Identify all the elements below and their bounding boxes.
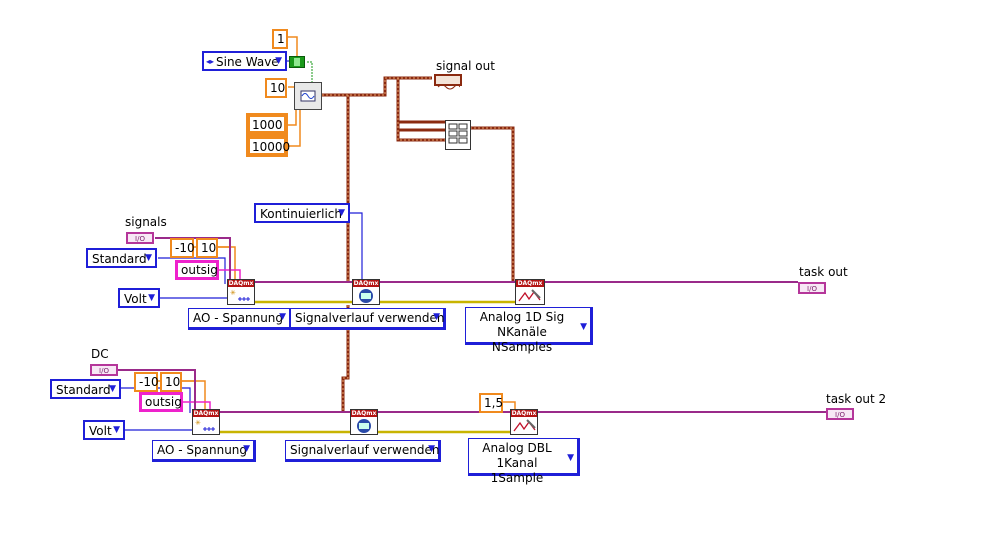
- write-pencil-icon: [513, 419, 536, 432]
- chevron-down-icon: ▼: [145, 253, 152, 263]
- channel-name-constant-2[interactable]: outsig: [139, 392, 183, 412]
- signal-out-indicator[interactable]: [434, 74, 462, 90]
- selector-arrows-icon: ◂▸: [206, 57, 215, 66]
- channel-type-label: AO - Spannung: [157, 443, 248, 457]
- units-label: Volt: [124, 292, 147, 306]
- max-value-constant-2[interactable]: 10: [160, 372, 182, 392]
- boolean-constant[interactable]: [289, 56, 305, 68]
- min-value-constant-1[interactable]: -10: [170, 238, 195, 258]
- terminal-config-label: Standard: [92, 252, 147, 266]
- daqmx-write-vi-2[interactable]: DAQmx: [510, 409, 538, 435]
- daqmx-badge: DAQmx: [511, 410, 537, 417]
- timing-type-label: Signalverlauf verwenden: [295, 311, 445, 325]
- signals-task-constant[interactable]: I/O: [126, 232, 154, 244]
- create-channel-type-selector-1[interactable]: AO - Spannung ▼: [188, 308, 292, 330]
- channel-type-label: AO - Spannung: [193, 311, 284, 325]
- write-mode-selector-2[interactable]: Analog DBL 1Kanal 1Sample ▼: [468, 438, 580, 485]
- chevron-down-icon: ▼: [580, 322, 587, 332]
- amplitude-constant[interactable]: 10: [265, 78, 287, 98]
- chevron-down-icon: ▼: [433, 312, 440, 322]
- daqmx-create-channel-vi-1[interactable]: DAQmx ✳: [227, 279, 255, 305]
- write-pencil-icon: [518, 289, 541, 302]
- clock-icon: [357, 419, 371, 433]
- timing-type-selector-2[interactable]: Signalverlauf verwenden ▼: [285, 440, 441, 462]
- svg-text:✳: ✳: [195, 419, 201, 427]
- terminal-config-selector-1[interactable]: Standard ▼: [86, 248, 157, 268]
- timing-type-label: Signalverlauf verwenden: [290, 443, 440, 457]
- units-label: Volt: [89, 424, 112, 438]
- write-mode-label: Analog 1D Sig NKanäle NSamples: [479, 310, 565, 354]
- sample-mode-selector[interactable]: Kontinuierlich ▼: [254, 203, 350, 223]
- daqmx-create-channel-vi-2[interactable]: DAQmx ✳: [192, 409, 220, 435]
- frequency-constant[interactable]: 1: [272, 29, 288, 49]
- chevron-down-icon: ▼: [279, 312, 286, 322]
- boolean-true-icon: [294, 58, 300, 66]
- daqmx-write-vi-1[interactable]: DAQmx: [515, 279, 545, 305]
- chevron-down-icon: ▼: [275, 56, 282, 66]
- daqmx-badge: DAQmx: [228, 280, 254, 287]
- sample-mode-label: Kontinuierlich: [260, 207, 342, 221]
- signal-out-label: signal out: [436, 59, 495, 73]
- timing-type-selector-1[interactable]: Signalverlauf verwenden ▼: [290, 308, 446, 330]
- waveform-wire: [470, 126, 515, 282]
- daqmx-badge: DAQmx: [351, 410, 377, 417]
- max-value-constant-1[interactable]: 10: [196, 238, 218, 258]
- chevron-down-icon: ▼: [567, 453, 574, 463]
- chevron-down-icon: ▼: [338, 208, 345, 218]
- units-selector-2[interactable]: Volt ▼: [83, 420, 125, 440]
- basic-function-generator-vi[interactable]: [294, 82, 322, 110]
- waveform-generator-icon: [300, 90, 316, 102]
- signals-label: signals: [125, 215, 167, 229]
- units-selector-1[interactable]: Volt ▼: [118, 288, 160, 308]
- chevron-down-icon: ▼: [113, 425, 120, 435]
- waveform-wire: [322, 76, 432, 97]
- daqmx-timing-vi-2[interactable]: DAQmx: [350, 409, 378, 435]
- create-channel-icon: ✳: [195, 419, 215, 431]
- write-mode-selector-1[interactable]: Analog 1D Sig NKanäle NSamples ▼: [465, 307, 593, 354]
- sampling-rate-constant[interactable]: 1000: [246, 113, 288, 135]
- min-value-constant-2[interactable]: -10: [134, 372, 159, 392]
- dc-label: DC: [91, 347, 109, 361]
- number-of-samples-constant[interactable]: 10000: [246, 135, 290, 157]
- waveform-icon: [437, 84, 461, 90]
- build-array-node[interactable]: [445, 120, 471, 150]
- create-channel-icon: ✳: [230, 289, 250, 301]
- write-mode-label: Analog DBL 1Kanal 1Sample: [482, 441, 552, 485]
- task-out-2-label: task out 2: [826, 392, 887, 406]
- clock-icon: [359, 289, 373, 303]
- chevron-down-icon: ▼: [109, 384, 116, 394]
- chevron-down-icon: ▼: [243, 444, 250, 454]
- terminal-config-selector-2[interactable]: Standard ▼: [50, 379, 121, 399]
- chevron-down-icon: ▼: [148, 293, 155, 303]
- chevron-down-icon: ▼: [428, 444, 435, 454]
- daqmx-badge: DAQmx: [193, 410, 219, 417]
- task-out-2-indicator[interactable]: I/O: [826, 408, 854, 420]
- daqmx-timing-vi-1[interactable]: DAQmx: [352, 279, 380, 305]
- waveform-type-label: Sine Wave: [216, 55, 279, 69]
- channel-name-constant-1[interactable]: outsig: [175, 260, 219, 280]
- waveform-type-selector[interactable]: ◂▸ Sine Wave ▼: [202, 51, 287, 71]
- build-array-icon: [448, 123, 468, 144]
- task-out-label: task out: [799, 265, 848, 279]
- svg-text:✳: ✳: [230, 289, 236, 297]
- dc-task-constant[interactable]: I/O: [90, 364, 118, 376]
- daqmx-badge: DAQmx: [516, 280, 544, 287]
- terminal-config-label: Standard: [56, 383, 111, 397]
- task-out-indicator[interactable]: I/O: [798, 282, 826, 294]
- create-channel-type-selector-2[interactable]: AO - Spannung ▼: [152, 440, 256, 462]
- daqmx-badge: DAQmx: [353, 280, 379, 287]
- timing-array-constant[interactable]: 1000 10000: [246, 113, 290, 157]
- write-value-constant[interactable]: 1,5: [479, 393, 503, 413]
